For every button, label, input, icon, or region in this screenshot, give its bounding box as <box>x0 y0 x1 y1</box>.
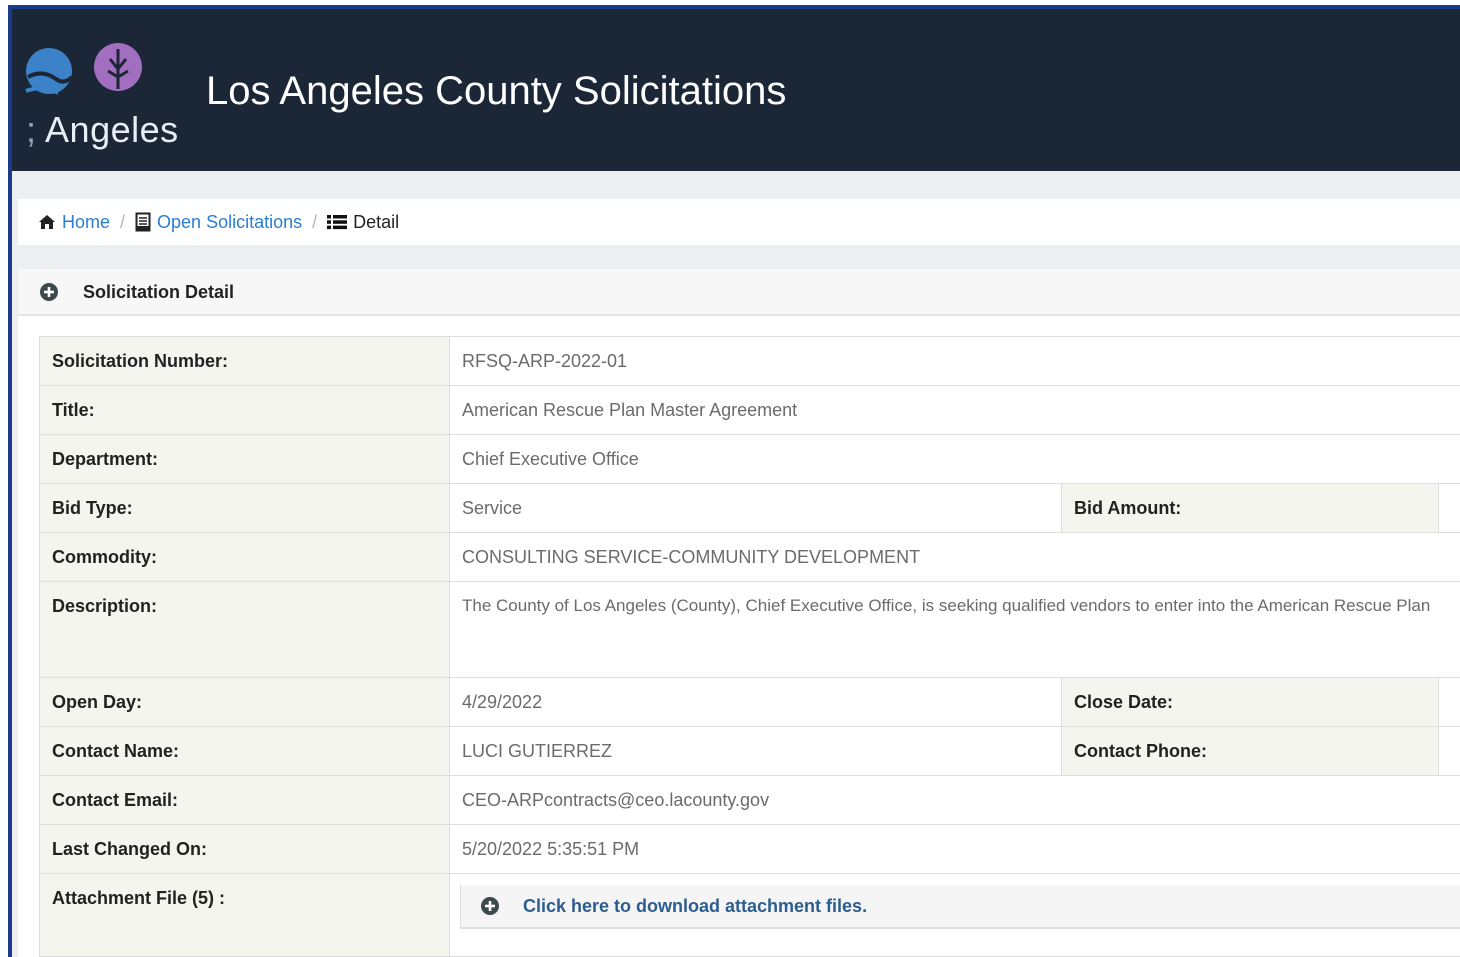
close-date-value <box>1438 677 1460 727</box>
table-row: Description: The County of Los Angeles (… <box>39 581 1460 678</box>
panel-title: Solicitation Detail <box>83 282 235 302</box>
table-row: Attachment File (5) : Click here to down… <box>39 873 1460 957</box>
contact-phone-value <box>1438 726 1460 776</box>
description-value: The County of Los Angeles (County), Chie… <box>449 581 1460 678</box>
download-attachments-button[interactable]: Click here to download attachment files. <box>460 885 1460 929</box>
contact-email-value[interactable]: CEO-ARPcontracts@ceo.lacounty.gov <box>449 775 1460 825</box>
document-icon <box>135 212 151 232</box>
table-row: Bid Type: Service Bid Amount: <box>39 483 1460 533</box>
solicitation-detail-panel: Solicitation Detail Solicitation Number:… <box>18 269 1460 957</box>
breadcrumb-current: Detail <box>353 211 400 232</box>
field-label: Contact Phone: <box>1060 726 1440 776</box>
panel-header[interactable]: Solicitation Detail <box>18 269 1460 316</box>
plus-circle-icon[interactable] <box>40 283 58 301</box>
home-icon <box>39 215 55 229</box>
field-label: Bid Amount: <box>1060 483 1440 533</box>
table-row: Department: Chief Executive Office <box>39 434 1460 484</box>
field-label: Contact Email: <box>39 775 450 825</box>
download-attachments-link[interactable]: Click here to download attachment files. <box>523 896 867 917</box>
table-row: Title: American Rescue Plan Master Agree… <box>39 385 1460 435</box>
description-text: The County of Los Angeles (County), Chie… <box>462 596 1431 615</box>
table-row: Commodity: CONSULTING SERVICE-COMMUNITY … <box>39 532 1460 582</box>
department-value: Chief Executive Office <box>449 434 1460 484</box>
breadcrumb-open-solicitations-link[interactable]: Open Solicitations <box>157 212 302 233</box>
breadcrumb-detail: Detail <box>327 212 399 233</box>
breadcrumb-open-solicitations[interactable]: Open Solicitations <box>135 212 302 233</box>
frame-border-top <box>8 5 1460 9</box>
page-title: Los Angeles County Solicitations <box>206 69 787 113</box>
breadcrumb-separator: / <box>120 211 126 232</box>
bid-amount-value <box>1438 483 1460 533</box>
field-label: Last Changed On: <box>39 824 450 874</box>
table-row: Open Day: 4/29/2022 Close Date: <box>39 677 1460 727</box>
table-row: Contact Name: LUCI GUTIERREZ Contact Pho… <box>39 726 1460 776</box>
list-icon <box>327 215 348 230</box>
field-label: Open Day: <box>39 677 450 727</box>
plus-circle-icon <box>481 897 499 915</box>
county-logo[interactable]: ; Angeles <box>12 39 178 181</box>
field-label: Bid Type: <box>39 483 450 533</box>
breadcrumb-home-link[interactable]: Home <box>62 212 110 233</box>
detail-table: Solicitation Number: RFSQ-ARP-2022-01 Ti… <box>39 336 1460 957</box>
logo-text: ; Angeles <box>26 109 179 150</box>
field-label: Description: <box>39 581 450 678</box>
last-changed-value: 5/20/2022 5:35:51 PM <box>449 824 1460 874</box>
field-label: Title: <box>39 385 450 435</box>
table-row: Last Changed On: 5/20/2022 5:35:51 PM <box>39 824 1460 874</box>
field-label: Close Date: <box>1060 677 1440 727</box>
table-row: Solicitation Number: RFSQ-ARP-2022-01 <box>39 336 1460 386</box>
title-value: American Rescue Plan Master Agreement <box>449 385 1460 435</box>
field-label: Contact Name: <box>39 726 450 776</box>
breadcrumb-home[interactable]: Home <box>38 212 110 233</box>
contact-name-value: LUCI GUTIERREZ <box>449 726 1062 776</box>
bid-type-value: Service <box>449 483 1062 533</box>
attachment-cell: Click here to download attachment files. <box>449 873 1460 957</box>
breadcrumb-separator: / <box>312 211 318 232</box>
field-label: Commodity: <box>39 532 450 582</box>
commodity-value: CONSULTING SERVICE-COMMUNITY DEVELOPMENT <box>449 532 1460 582</box>
solicitation-number-value: RFSQ-ARP-2022-01 <box>449 336 1460 386</box>
open-day-value: 4/29/2022 <box>449 677 1062 727</box>
site-header: ; Angeles Los Angeles County Solicitatio… <box>12 9 1460 181</box>
breadcrumb: Home / Open Solicitations / Detail <box>18 199 1460 245</box>
field-label: Attachment File (5) : <box>39 873 450 957</box>
field-label: Department: <box>39 434 450 484</box>
field-label: Solicitation Number: <box>39 336 450 386</box>
table-row: Contact Email: CEO-ARPcontracts@ceo.laco… <box>39 775 1460 825</box>
